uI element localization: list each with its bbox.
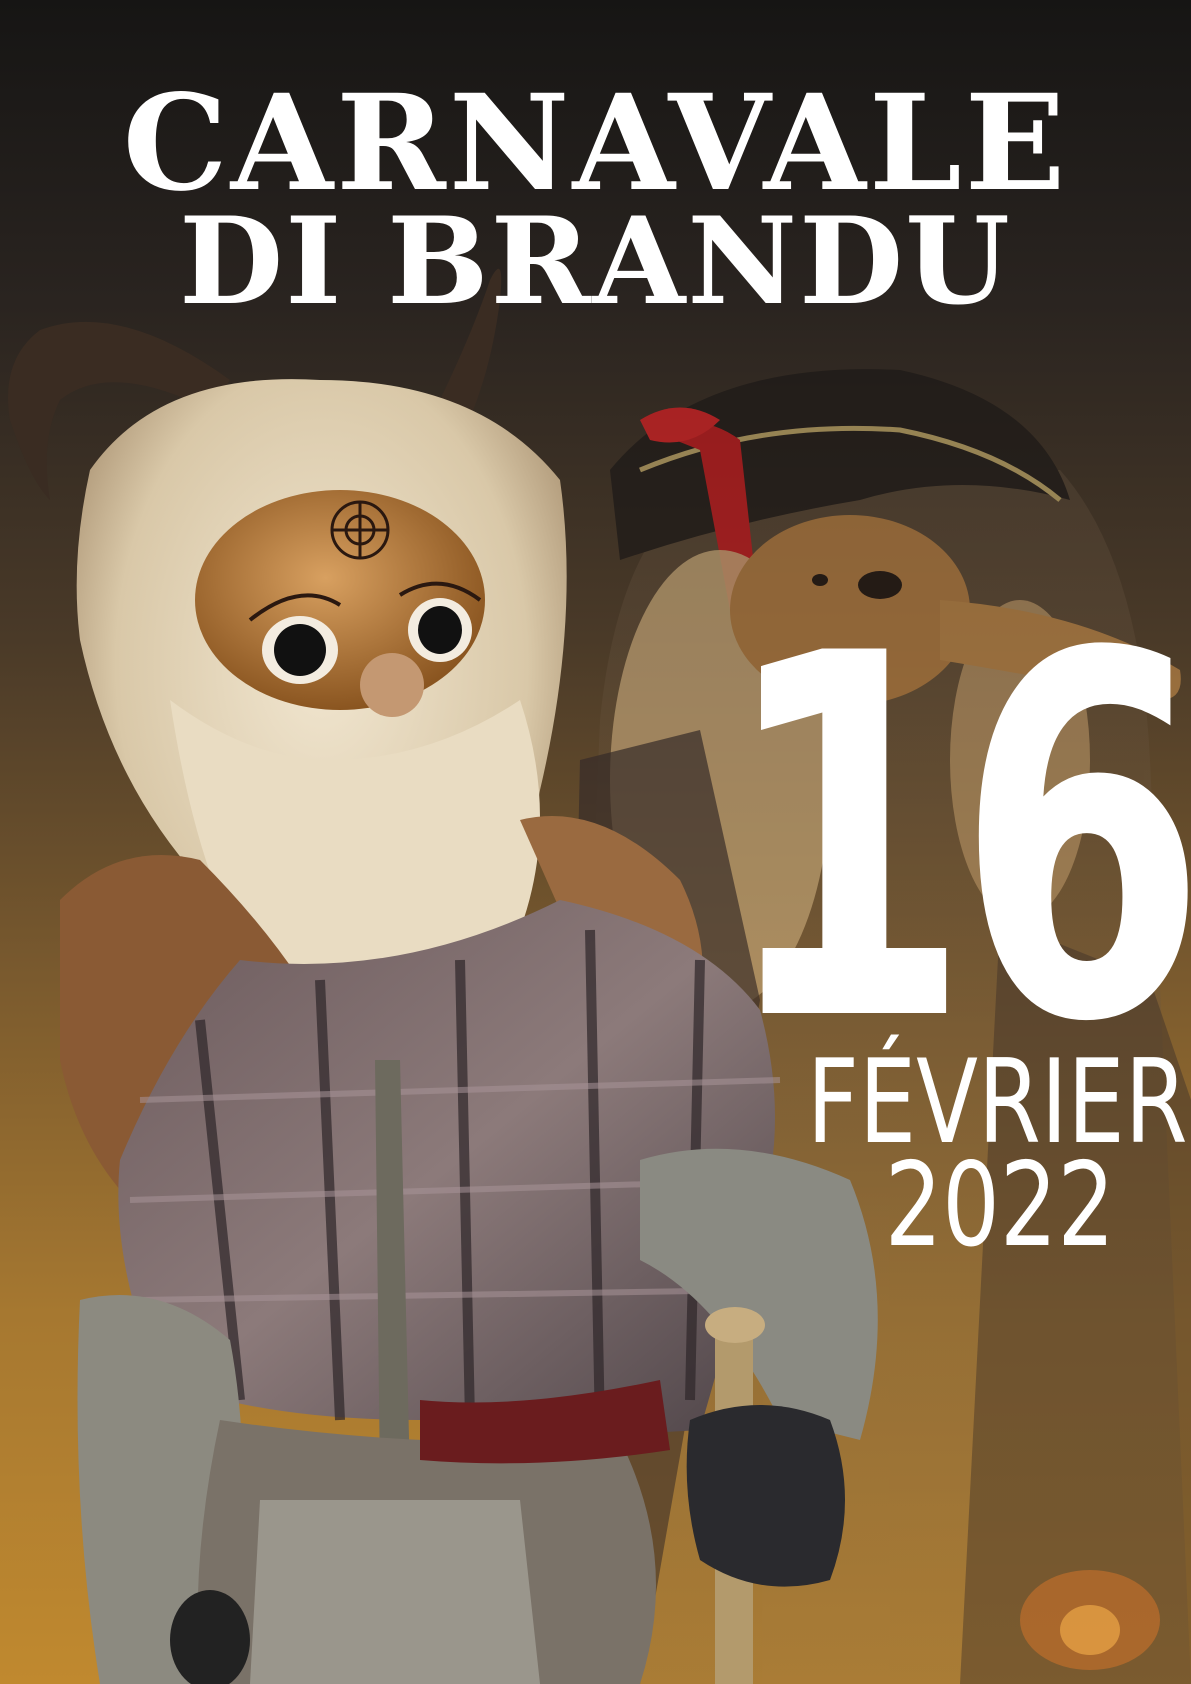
date-day: 16 <box>720 549 1191 1131</box>
poster: CARNAVALE DI BRANDU 16 FÉVRIER 2022 <box>0 0 1191 1684</box>
fire-glow <box>1020 1570 1160 1670</box>
event-title: CARNAVALE DI BRANDU <box>0 78 1191 322</box>
date-year: 2022 <box>884 1138 1115 1273</box>
